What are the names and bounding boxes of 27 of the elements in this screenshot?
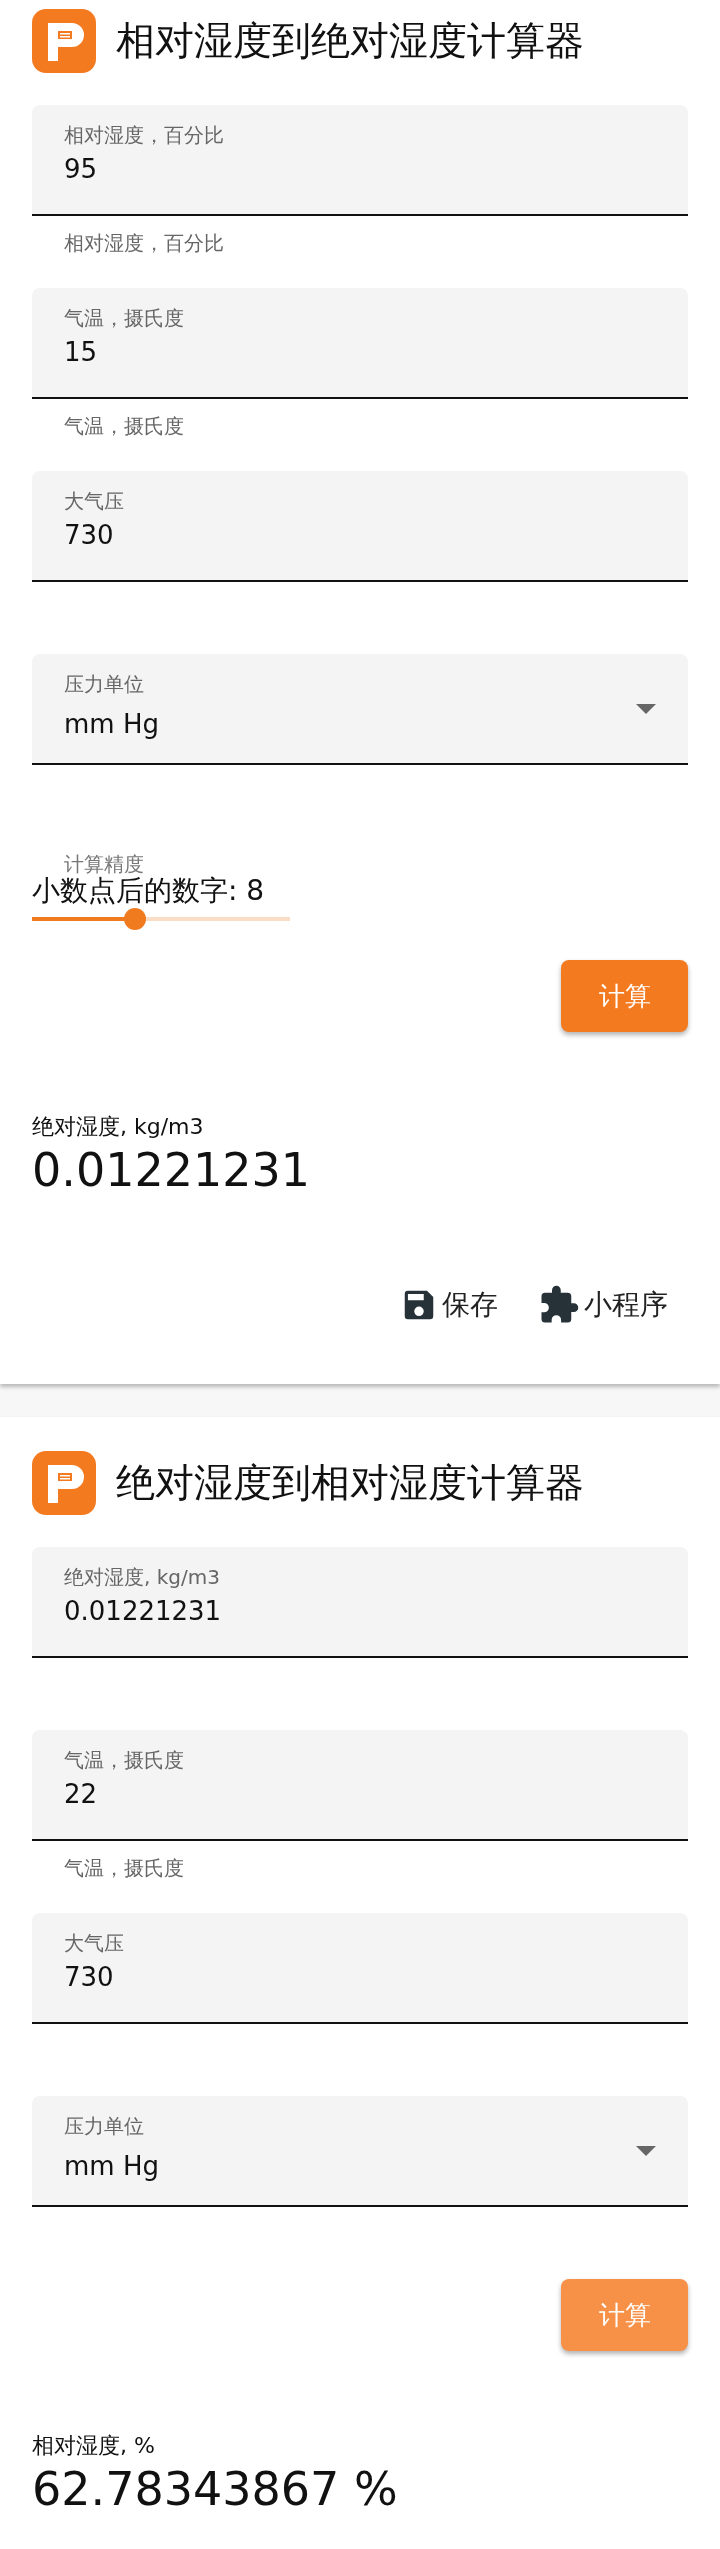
slider-label: 计算精度 xyxy=(63,853,144,875)
input-field[interactable]: 绝对湿度, kg/m3 0.01221231 xyxy=(32,1547,688,1658)
input-field[interactable]: 相对湿度，百分比 95 xyxy=(32,105,688,216)
calculator-title: 绝对湿度到相对湿度计算器 xyxy=(116,1459,584,1507)
input-field[interactable]: 大气压 730 xyxy=(32,471,688,582)
result-value: 0.01221231 xyxy=(32,1142,311,1198)
pressure-unit-select[interactable]: 压力单位 mm Hg xyxy=(32,2096,688,2207)
helper-text: 气温，摄氏度 xyxy=(64,1856,184,1880)
input-field[interactable]: 大气压 730 xyxy=(32,1913,688,2024)
slider-thumb[interactable] xyxy=(124,908,147,930)
helper-text: 气温，摄氏度 xyxy=(64,414,184,438)
app-logo-icon xyxy=(32,9,96,73)
app-logo-icon xyxy=(32,1451,96,1515)
slider-value-text: 小数点后的数字: 8 xyxy=(32,875,265,907)
result-label: 相对湿度, % xyxy=(32,2432,155,2460)
calculator-title: 相对湿度到绝对湿度计算器 xyxy=(116,17,584,65)
helper-text: 相对湿度，百分比 xyxy=(64,231,224,255)
input-field[interactable]: 气温，摄氏度 15 xyxy=(32,288,688,399)
dropdown-caret-icon xyxy=(636,704,656,714)
precision-slider[interactable] xyxy=(32,908,290,930)
result-label: 绝对湿度, kg/m3 xyxy=(32,1113,204,1141)
mini-program-button[interactable]: 小程序 xyxy=(538,1284,668,1326)
input-field[interactable]: 气温，摄氏度 22 xyxy=(32,1730,688,1841)
result-value: 62.78343867 % xyxy=(32,2461,398,2517)
pressure-unit-select[interactable]: 压力单位 mm Hg xyxy=(32,654,688,765)
dropdown-caret-icon xyxy=(636,2146,656,2156)
save-button[interactable]: 保存 xyxy=(400,1284,498,1326)
